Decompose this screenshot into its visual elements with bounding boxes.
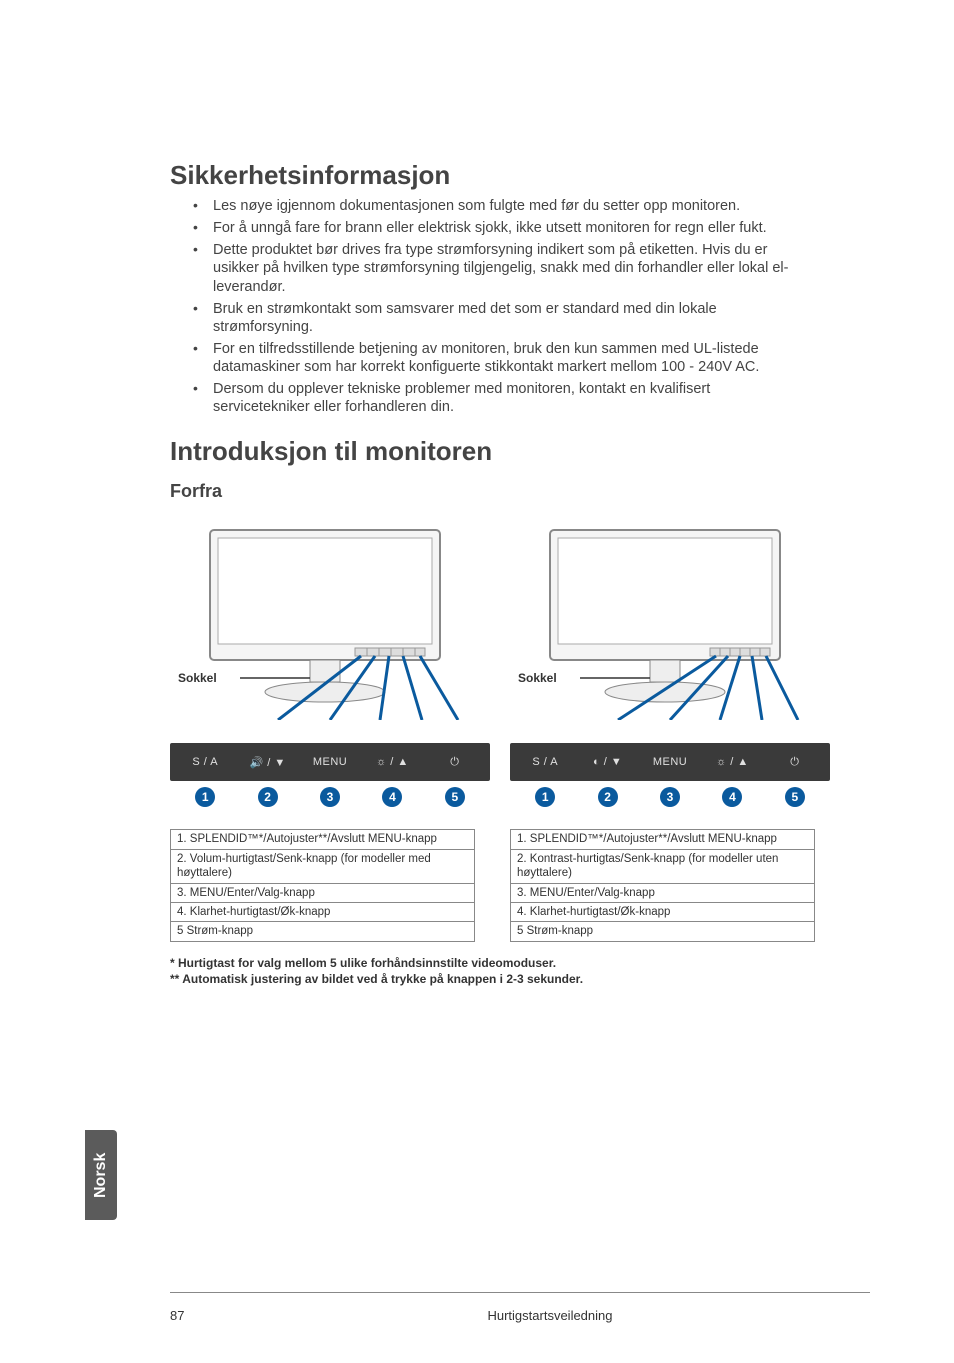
menu-button-icon: MENU [313, 756, 347, 768]
legend-row: 5 Strøm-knapp [511, 922, 814, 940]
heading-front: Forfra [170, 481, 870, 502]
footer-title: Hurtigstartsveiledning [230, 1308, 870, 1323]
legend-row: 3. MENU/Enter/Valg-knapp [511, 884, 814, 903]
bubble: 3 [320, 787, 340, 807]
button-bar-left: S / A 🔊 / ▼ MENU ☼ / ▲ ⏻ [170, 743, 490, 781]
heading-intro: Introduksjon til monitoren [170, 436, 870, 467]
legend-row: 1. SPLENDID™*/Autojuster**/Avslutt MENU-… [171, 830, 474, 849]
sokkel-label: Sokkel [178, 671, 217, 685]
legend-row: 5 Strøm-knapp [171, 922, 474, 940]
power-icon: ⏻ [450, 756, 459, 769]
brightness-up-icon: ☼ / ▲ [716, 756, 749, 768]
legend-row: 1. SPLENDID™*/Autojuster**/Avslutt MENU-… [511, 830, 814, 849]
list-item: Bruk en strømkontakt som samsvarer med d… [185, 300, 805, 336]
bubble: 5 [785, 787, 805, 807]
number-bubbles-left: 1 2 3 4 5 [170, 787, 490, 807]
legend-row: 4. Klarhet-hurtigtast/Øk-knapp [511, 903, 814, 922]
volume-down-icon: 🔊 / ▼ [249, 756, 285, 769]
menu-button-icon: MENU [653, 756, 687, 768]
contrast-down-icon: ◐ / ▼ [593, 756, 622, 768]
bubble: 4 [722, 787, 742, 807]
legend-left: 1. SPLENDID™*/Autojuster**/Avslutt MENU-… [170, 829, 475, 941]
legend-right: 1. SPLENDID™*/Autojuster**/Avslutt MENU-… [510, 829, 815, 941]
brightness-up-icon: ☼ / ▲ [376, 756, 409, 768]
footnote-2: ** Automatisk justering av bildet ved å … [170, 972, 870, 986]
footer-rule [170, 1292, 870, 1293]
footnotes: * Hurtigtast for valg mellom 5 ulike for… [170, 956, 870, 986]
diagrams-row: Sokkel S / A 🔊 / ▼ MENU ☼ / ▲ ⏻ 1 2 3 4 [170, 520, 870, 941]
button-bar-right: S / A ◐ / ▼ MENU ☼ / ▲ ⏻ [510, 743, 830, 781]
splendid-button-icon: S / A [532, 756, 558, 768]
page-number: 87 [170, 1308, 230, 1323]
bubble: 1 [535, 787, 555, 807]
splendid-button-icon: S / A [192, 756, 218, 768]
bubble: 3 [660, 787, 680, 807]
footnote-1: * Hurtigtast for valg mellom 5 ulike for… [170, 956, 870, 970]
safety-list: Les nøye igjennom dokumentasjonen som fu… [185, 197, 805, 416]
bubble: 4 [382, 787, 402, 807]
list-item: Dette produktet bør drives fra type strø… [185, 241, 805, 295]
diagram-right: Sokkel S / A ◐ / ▼ MENU ☼ / ▲ ⏻ 1 2 3 4 … [510, 520, 830, 941]
sokkel-label: Sokkel [518, 671, 557, 685]
bubble: 1 [195, 787, 215, 807]
legend-row: 2. Volum-hurtigtast/Senk-knapp (for mode… [171, 850, 474, 884]
heading-safety: Sikkerhetsinformasjon [170, 160, 870, 191]
legend-row: 3. MENU/Enter/Valg-knapp [171, 884, 474, 903]
list-item: Dersom du opplever tekniske problemer me… [185, 380, 805, 416]
monitor-illustration: Sokkel [170, 520, 460, 720]
page-content: Sikkerhetsinformasjon Les nøye igjennom … [80, 0, 870, 1363]
list-item: Les nøye igjennom dokumentasjonen som fu… [185, 197, 805, 215]
bubble: 2 [598, 787, 618, 807]
legend-row: 4. Klarhet-hurtigtast/Øk-knapp [171, 903, 474, 922]
footer: 87 Hurtigstartsveiledning [170, 1308, 870, 1323]
diagram-left: Sokkel S / A 🔊 / ▼ MENU ☼ / ▲ ⏻ 1 2 3 4 [170, 520, 490, 941]
power-icon: ⏻ [790, 756, 799, 769]
list-item: For en tilfredsstillende betjening av mo… [185, 340, 805, 376]
monitor-illustration: Sokkel [510, 520, 800, 720]
bubble: 5 [445, 787, 465, 807]
bubble: 2 [258, 787, 278, 807]
number-bubbles-right: 1 2 3 4 5 [510, 787, 830, 807]
legend-row: 2. Kontrast-hurtigtas/Senk-knapp (for mo… [511, 850, 814, 884]
list-item: For å unngå fare for brann eller elektri… [185, 219, 805, 237]
